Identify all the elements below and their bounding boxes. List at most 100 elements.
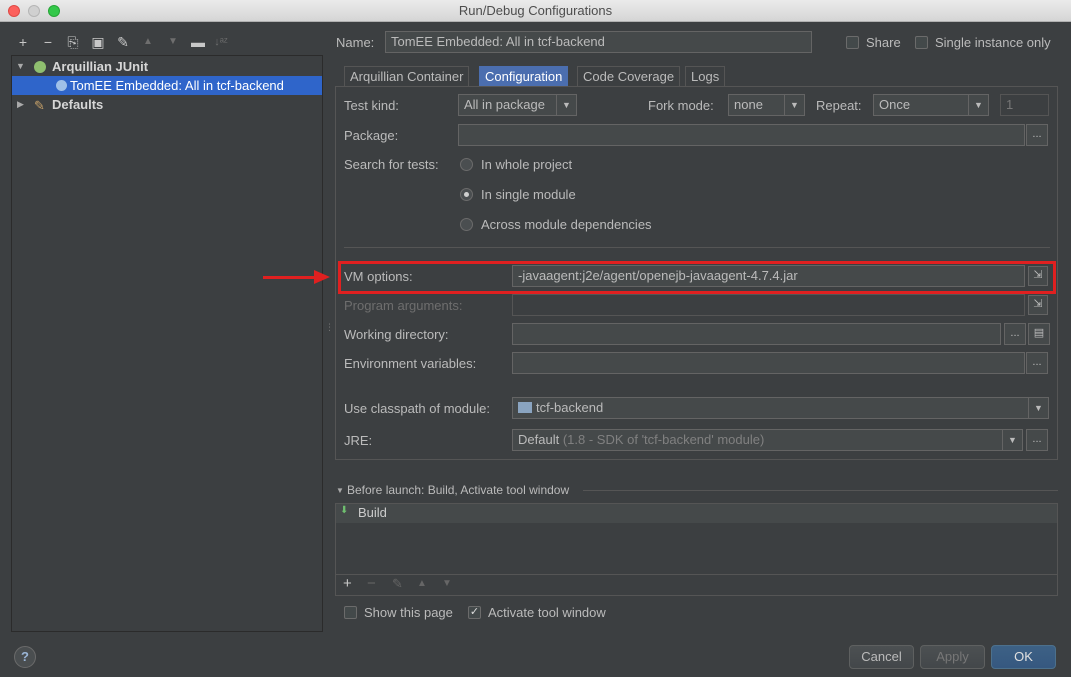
junit-icon (34, 61, 46, 73)
show-page-checkbox[interactable] (344, 606, 357, 619)
build-icon: ⬇ (340, 505, 349, 516)
before-launch-collapse-icon[interactable]: ▼ (336, 486, 344, 495)
share-label: Share (866, 35, 901, 50)
separator (344, 247, 1050, 248)
radio-single-module[interactable] (460, 188, 473, 201)
edit-defaults-button[interactable]: ✎ (115, 34, 131, 50)
chevron-down-icon: ▼ (1002, 430, 1022, 450)
before-launch-list[interactable]: ⬇ Build + − ✎ ▲ ▼ (335, 503, 1058, 596)
chevron-down-icon: ▼ (968, 95, 988, 115)
name-input[interactable]: TomEE Embedded: All in tcf-backend (385, 31, 812, 53)
tree-item-tomee-embedded[interactable]: TomEE Embedded: All in tcf-backend (12, 76, 322, 95)
help-button[interactable]: ? (14, 646, 36, 668)
jre-label: JRE: (344, 433, 373, 448)
activate-tool-window-checkbox[interactable]: ✓ (468, 606, 481, 619)
tree-group-defaults[interactable]: ▶ ✎ Defaults (12, 95, 322, 114)
working-directory-label: Working directory: (344, 327, 449, 342)
radio-whole-project-label: In whole project (481, 157, 573, 172)
chevron-down-icon: ▼ (1028, 398, 1048, 418)
list-toolbar-separator (336, 574, 1057, 575)
package-browse-button[interactable]: ... (1026, 124, 1048, 146)
expand-arrow-icon[interactable]: ▼ (16, 57, 25, 76)
collapse-arrow-icon[interactable]: ▶ (17, 95, 24, 114)
splitter-handle[interactable]: ⋮ (325, 323, 334, 332)
tab-logs[interactable]: Logs (685, 66, 726, 86)
test-kind-select[interactable]: All in package ▼ (458, 94, 577, 116)
before-launch-separator (583, 490, 1058, 491)
working-directory-input[interactable] (512, 323, 1001, 345)
environment-variables-browse-button[interactable]: ... (1026, 352, 1048, 374)
module-folder-icon (518, 402, 532, 413)
window-title: Run/Debug Configurations (458, 3, 613, 18)
fork-mode-label: Fork mode: (648, 98, 714, 113)
classpath-module-value: tcf-backend (536, 400, 604, 415)
environment-variables-input[interactable] (512, 352, 1025, 374)
apply-button[interactable]: Apply (920, 645, 985, 669)
add-configuration-button[interactable]: + (15, 34, 31, 50)
search-for-tests-label: Search for tests: (344, 157, 439, 172)
tab-configuration[interactable]: Configuration (479, 66, 569, 86)
remove-configuration-button[interactable]: − (40, 34, 56, 50)
tree-item-label: TomEE Embedded: All in tcf-backend (70, 78, 284, 93)
jre-select[interactable]: Default (1.8 - SDK of 'tcf-backend' modu… (512, 429, 1023, 451)
single-instance-checkbox[interactable] (915, 36, 928, 49)
classpath-module-label: Use classpath of module: (344, 401, 490, 416)
radio-across-module-dependencies[interactable] (460, 218, 473, 231)
repeat-label: Repeat: (816, 98, 862, 113)
insert-macro-icon[interactable]: ▤ (1028, 323, 1050, 345)
share-checkbox[interactable] (846, 36, 859, 49)
move-up-button[interactable]: ▲ (140, 34, 156, 50)
configuration-tree[interactable]: ▼ Arquillian JUnit TomEE Embedded: All i… (11, 55, 323, 632)
jre-detail: (1.8 - SDK of 'tcf-backend' module) (562, 432, 765, 447)
single-instance-label: Single instance only (935, 35, 1051, 50)
classpath-module-select[interactable]: tcf-backend ▼ (512, 397, 1049, 419)
tab-arquillian-container[interactable]: Arquillian Container (344, 66, 470, 86)
remove-task-icon[interactable]: − (367, 575, 376, 592)
highlight-arrow-head (314, 270, 330, 284)
config-icon (56, 80, 67, 91)
move-task-down-icon[interactable]: ▼ (442, 578, 452, 589)
before-launch-header[interactable]: Before launch: Build, Activate tool wind… (347, 483, 569, 497)
move-down-button[interactable]: ▼ (165, 34, 181, 50)
name-label: Name: (336, 35, 375, 50)
copy-configuration-button[interactable]: ⎘ (65, 34, 81, 50)
ok-button[interactable]: OK (991, 645, 1056, 669)
edit-task-icon[interactable]: ✎ (392, 576, 403, 592)
sort-button[interactable]: ↓ᵃᶻ (213, 34, 229, 50)
repeat-select[interactable]: Once ▼ (873, 94, 989, 116)
folder-button[interactable]: ▬ (190, 34, 206, 50)
tree-defaults-label: Defaults (52, 97, 104, 112)
wrench-icon: ✎ (34, 98, 45, 113)
jre-value: Default (518, 432, 560, 447)
show-page-label: Show this page (364, 605, 453, 620)
program-arguments-input[interactable] (512, 294, 1025, 316)
tab-code-coverage[interactable]: Code Coverage (577, 66, 681, 86)
radio-single-module-label: In single module (481, 187, 576, 202)
list-item[interactable]: ⬇ Build (336, 504, 1057, 523)
tree-group-arquillian-junit[interactable]: ▼ Arquillian JUnit (12, 57, 322, 76)
package-label: Package: (344, 128, 399, 143)
repeat-count-input[interactable]: 1 (1000, 94, 1049, 116)
test-kind-value: All in package (464, 97, 545, 112)
repeat-value: Once (879, 97, 911, 112)
add-task-icon[interactable]: + (343, 575, 352, 592)
move-task-up-icon[interactable]: ▲ (417, 578, 427, 589)
fork-mode-select[interactable]: none ▼ (728, 94, 805, 116)
chevron-down-icon: ▼ (556, 95, 576, 115)
radio-whole-project[interactable] (460, 158, 473, 171)
highlight-arrow (263, 276, 317, 279)
highlight-box (338, 261, 1056, 294)
tree-group-label: Arquillian JUnit (52, 59, 149, 74)
program-arguments-label: Program arguments: (344, 298, 463, 313)
program-arguments-expand-icon[interactable]: ⇲ (1028, 295, 1048, 315)
save-configuration-button[interactable]: ▣ (90, 34, 106, 50)
activate-tool-window-label: Activate tool window (488, 605, 606, 620)
test-kind-label: Test kind: (344, 98, 399, 113)
cancel-button[interactable]: Cancel (849, 645, 914, 669)
working-directory-browse-button[interactable]: ... (1004, 323, 1026, 345)
before-launch-item-label: Build (358, 505, 387, 520)
environment-variables-label: Environment variables: (344, 356, 477, 371)
radio-across-module-label: Across module dependencies (481, 217, 652, 232)
package-input[interactable] (458, 124, 1025, 146)
jre-browse-button[interactable]: ... (1026, 429, 1048, 451)
